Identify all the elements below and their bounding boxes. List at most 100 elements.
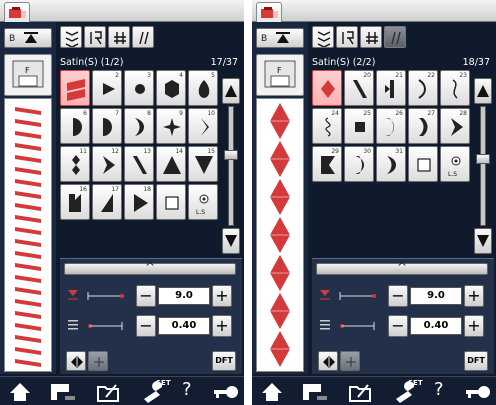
help-button[interactable]: ? bbox=[172, 379, 208, 405]
category-label: Satin(S) (1/2) bbox=[60, 57, 124, 68]
settings-button[interactable]: SET bbox=[388, 379, 424, 405]
home-button[interactable] bbox=[254, 379, 290, 405]
stitch-cell[interactable]: L.S bbox=[440, 146, 470, 182]
mirror-button[interactable] bbox=[318, 351, 338, 371]
collapse-button[interactable]: ^ bbox=[316, 260, 488, 275]
stitch-cell[interactable] bbox=[60, 70, 90, 106]
stitch-cell[interactable]: 2 bbox=[92, 70, 122, 106]
stitch-cell[interactable]: 26 bbox=[376, 108, 406, 144]
stitch-cell[interactable]: L.S bbox=[188, 184, 218, 220]
stitch-cell[interactable]: 7 bbox=[92, 108, 122, 144]
stitch-cell[interactable]: 22 bbox=[408, 70, 438, 106]
scroll-up-button[interactable] bbox=[222, 78, 240, 104]
presser-foot[interactable]: F F bbox=[4, 54, 52, 96]
stitch-cell[interactable] bbox=[408, 146, 438, 182]
default-button[interactable]: DFT bbox=[464, 351, 488, 371]
settings-button[interactable]: SET bbox=[136, 379, 172, 405]
stitch-cell[interactable]: 15 bbox=[188, 146, 218, 182]
length-plus-button[interactable]: + bbox=[464, 315, 484, 337]
stitch-cell[interactable]: 27 bbox=[408, 108, 438, 144]
length-minus-button[interactable]: − bbox=[388, 315, 408, 337]
length-row: − 0.40 + bbox=[60, 315, 242, 339]
length-minus-button[interactable]: − bbox=[136, 315, 156, 337]
stitch-cell[interactable]: 24 bbox=[312, 108, 342, 144]
stitch-cell[interactable]: 4 bbox=[156, 70, 186, 106]
lock-button[interactable] bbox=[458, 379, 494, 405]
stitch-cell[interactable]: 21 bbox=[376, 70, 406, 106]
tab-decorative[interactable] bbox=[108, 26, 130, 48]
tab-utility-stitch[interactable] bbox=[312, 26, 334, 48]
scroll-track[interactable] bbox=[228, 106, 234, 226]
stitch-cell[interactable]: 18 bbox=[124, 184, 154, 220]
presser-foot[interactable]: F F bbox=[256, 54, 304, 96]
lock-button[interactable] bbox=[206, 379, 242, 405]
help-button[interactable]: ? bbox=[424, 379, 460, 405]
machine-tab[interactable] bbox=[256, 2, 282, 22]
mirror-icon bbox=[323, 356, 335, 368]
stitch-cell[interactable] bbox=[156, 184, 186, 220]
feed-up-icon bbox=[24, 32, 38, 43]
stitch-cell[interactable]: 30 bbox=[344, 146, 374, 182]
scroll-bar[interactable] bbox=[222, 78, 240, 254]
stitch-cell[interactable]: 9 bbox=[156, 108, 186, 144]
tab-character[interactable] bbox=[132, 26, 154, 48]
stitch-cell[interactable]: 8 bbox=[124, 108, 154, 144]
mirror-icon bbox=[71, 356, 83, 368]
width-minus-button[interactable]: − bbox=[388, 285, 408, 307]
bottom-nav: SET ? bbox=[252, 376, 496, 405]
stitch-cell[interactable]: 12 bbox=[92, 146, 122, 182]
default-button[interactable]: DFT bbox=[212, 351, 236, 371]
scroll-thumb[interactable] bbox=[476, 154, 490, 164]
feed-button[interactable]: B bbox=[256, 28, 304, 48]
bow-icon bbox=[418, 79, 426, 99]
wave-icon bbox=[452, 79, 458, 99]
tab-utility-stitch[interactable] bbox=[60, 26, 82, 48]
stitch-cell[interactable]: 5 bbox=[188, 70, 218, 106]
machine-tab[interactable] bbox=[4, 2, 30, 22]
right-screen: B F F bbox=[252, 0, 496, 405]
needle-position-button[interactable] bbox=[88, 351, 108, 371]
scroll-up-button[interactable] bbox=[474, 78, 492, 104]
feed-up-icon bbox=[276, 32, 290, 43]
width-minus-button[interactable]: − bbox=[136, 285, 156, 307]
stitch-cell[interactable]: 3 bbox=[124, 70, 154, 106]
width-plus-button[interactable]: + bbox=[464, 285, 484, 307]
stitch-cell[interactable]: 10 bbox=[188, 108, 218, 144]
stitch-cell[interactable]: 25 bbox=[344, 108, 374, 144]
collapse-button[interactable]: ^ bbox=[64, 260, 236, 275]
tab-decorative[interactable] bbox=[360, 26, 382, 48]
scroll-down-button[interactable] bbox=[474, 228, 492, 254]
stitch-cell[interactable]: 28 bbox=[440, 108, 470, 144]
chevron-right-icon bbox=[451, 118, 463, 136]
stitch-cell[interactable]: 17 bbox=[92, 184, 122, 220]
tab-buttonhole[interactable] bbox=[336, 26, 358, 48]
home-button[interactable] bbox=[2, 379, 38, 405]
stitch-cell[interactable]: 16 bbox=[60, 184, 90, 220]
scroll-thumb[interactable] bbox=[224, 150, 238, 160]
tab-buttonhole[interactable] bbox=[84, 26, 106, 48]
memory-button[interactable] bbox=[90, 379, 126, 405]
memory-button[interactable] bbox=[342, 379, 378, 405]
stitch-cell[interactable]: 11 bbox=[60, 146, 90, 182]
stitch-cell[interactable]: 6 bbox=[60, 108, 90, 144]
stitch-cell[interactable]: 20 bbox=[344, 70, 374, 106]
stitch-cell[interactable]: 14 bbox=[156, 146, 186, 182]
mirror-button[interactable] bbox=[66, 351, 86, 371]
stitch-cell[interactable]: 29 bbox=[312, 146, 342, 182]
feed-button[interactable]: B bbox=[4, 28, 52, 48]
machine-button[interactable] bbox=[44, 379, 80, 405]
scroll-down-button[interactable] bbox=[222, 228, 240, 254]
needle-position-button[interactable] bbox=[340, 351, 360, 371]
machine-button[interactable] bbox=[296, 379, 332, 405]
tab-character[interactable] bbox=[384, 26, 406, 48]
chevron-up-icon: ^ bbox=[145, 260, 156, 274]
stitch-cell[interactable] bbox=[312, 70, 342, 106]
stitch-cell[interactable]: 31 bbox=[376, 146, 406, 182]
scroll-track[interactable] bbox=[480, 106, 486, 226]
stitch-cell[interactable]: 23 bbox=[440, 70, 470, 106]
length-plus-button[interactable]: + bbox=[212, 315, 232, 337]
scroll-bar[interactable] bbox=[474, 78, 492, 254]
stitch-hearts-icon bbox=[317, 31, 331, 47]
width-plus-button[interactable]: + bbox=[212, 285, 232, 307]
stitch-cell[interactable]: 13 bbox=[124, 146, 154, 182]
